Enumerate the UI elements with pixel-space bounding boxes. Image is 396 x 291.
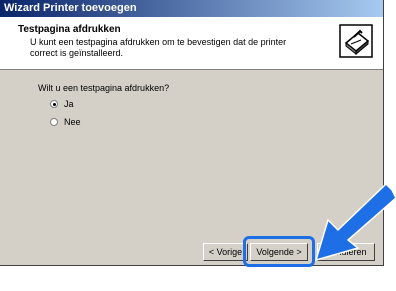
window-title: Wizard Printer toevoegen: [4, 2, 137, 14]
header-description: U kunt een testpagina afdrukken om te be…: [30, 37, 287, 58]
wizard-header: Testpagina afdrukken U kunt een testpagi…: [0, 17, 383, 70]
question-label: Wilt u een testpagina afdrukken?: [38, 83, 170, 93]
radio-label-nee: Nee: [64, 117, 81, 127]
radio-option-ja[interactable]: Ja: [50, 99, 74, 109]
radio-label-ja: Ja: [64, 99, 74, 109]
pointer-arrow-icon: [314, 182, 396, 262]
radio-option-nee[interactable]: Nee: [50, 117, 81, 127]
header-title: Testpagina afdrukken: [18, 24, 121, 35]
printer-check-icon: [339, 24, 373, 58]
next-button-highlight: [243, 236, 315, 267]
title-bar: Wizard Printer toevoegen: [0, 0, 383, 17]
radio-button-nee[interactable]: [50, 118, 58, 126]
back-button[interactable]: < Vorige: [203, 243, 248, 261]
radio-button-ja[interactable]: [50, 100, 58, 108]
